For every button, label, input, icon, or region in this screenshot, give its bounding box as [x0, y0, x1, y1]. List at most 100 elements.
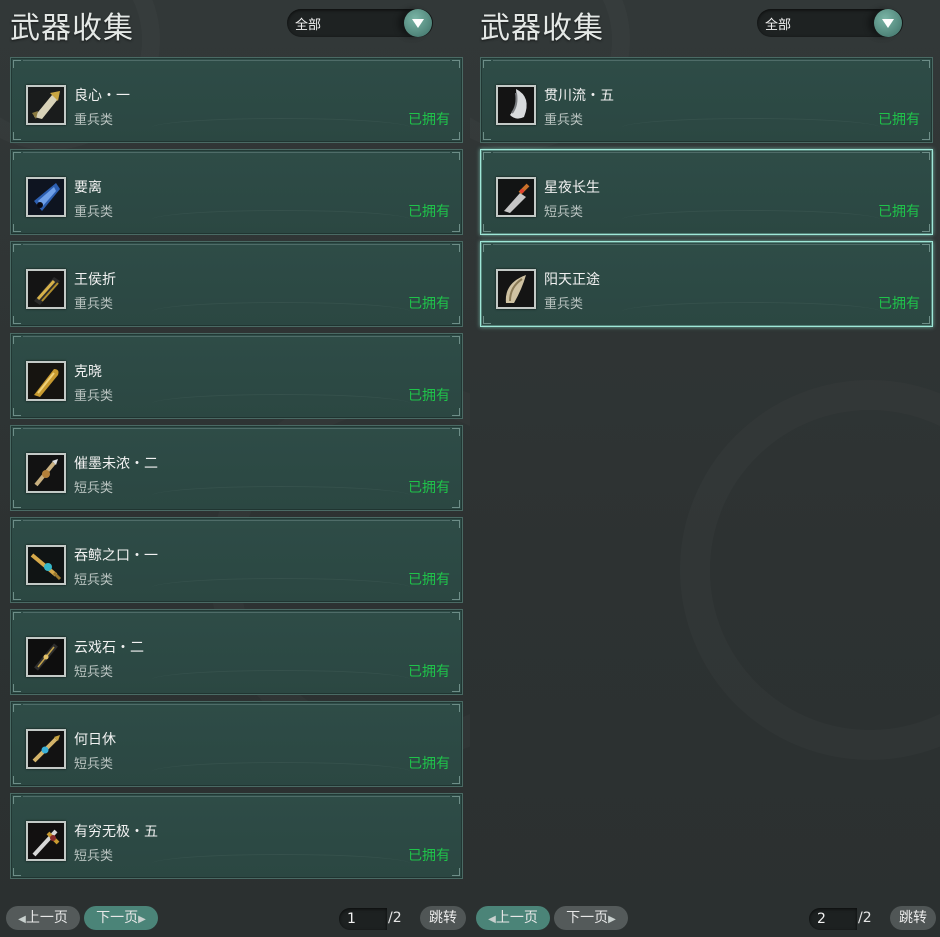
card-ornament	[621, 302, 881, 322]
filter-dropdown[interactable]: 全部	[287, 9, 433, 37]
chevron-right-icon: ▶	[608, 914, 616, 925]
owned-status: 已拥有	[408, 480, 450, 496]
teal-dagger-icon	[26, 545, 66, 585]
owned-status: 已拥有	[408, 572, 450, 588]
short-knife-icon	[496, 177, 536, 217]
card-divider	[23, 704, 450, 705]
next-page-button[interactable]: 下一页▶	[554, 906, 628, 930]
weapon-name: 吞鲸之口・一	[74, 548, 158, 564]
weapon-card[interactable]: 克晓重兵类 已拥有	[10, 333, 463, 419]
weapon-card[interactable]: 要离重兵类 已拥有	[10, 149, 463, 235]
panel-title: 武器收集	[10, 11, 134, 46]
page-number-value: 2	[817, 911, 826, 927]
card-corner	[452, 336, 460, 344]
card-corner	[13, 776, 21, 784]
page-number-input[interactable]: 2	[809, 908, 857, 930]
card-ornament	[151, 302, 411, 322]
card-divider	[23, 612, 450, 613]
owned-status: 已拥有	[408, 388, 450, 404]
weapon-card[interactable]: 良心・一 重兵类 已拥有	[10, 57, 463, 143]
weapon-type: 短兵类	[74, 757, 114, 772]
weapon-type: 短兵类	[544, 205, 584, 220]
card-corner	[483, 60, 491, 68]
card-corner	[452, 244, 460, 252]
chevron-left-icon: ◀	[488, 914, 496, 925]
filter-dropdown-value: 全部	[765, 18, 792, 33]
weapon-card[interactable]: 阳天正途 重兵类 已拥有	[480, 241, 933, 327]
card-corner	[483, 316, 491, 324]
owned-status: 已拥有	[408, 848, 450, 864]
card-ornament	[151, 486, 411, 506]
card-ornament	[151, 670, 411, 690]
weapon-name: 阳天正途	[544, 272, 600, 288]
prev-page-label: 上一页	[495, 910, 538, 926]
weapon-name: 催墨未浓・二	[74, 456, 158, 472]
weapon-card[interactable]: 何日休 短兵类 已拥有	[10, 701, 463, 787]
filter-dropdown[interactable]: 全部	[757, 9, 903, 37]
dark-dagger-icon	[26, 637, 66, 677]
card-ornament	[151, 210, 411, 230]
card-corner	[922, 60, 930, 68]
chevron-down-icon[interactable]	[404, 9, 432, 37]
weapon-card[interactable]: 贯川流・五 重兵类 已拥有	[480, 57, 933, 143]
weapon-type: 重兵类	[74, 297, 114, 312]
weapon-card[interactable]: 云戏石・二 短兵类 已拥有	[10, 609, 463, 695]
weapon-card[interactable]: 吞鲸之口・一 短兵类 已拥有	[10, 517, 463, 603]
card-corner	[452, 612, 460, 620]
card-corner	[452, 704, 460, 712]
page-number-input[interactable]: 1	[339, 908, 387, 930]
jeweled-dagger-icon	[26, 729, 66, 769]
card-ornament	[151, 854, 411, 874]
jump-button[interactable]: 跳转	[890, 906, 936, 930]
card-corner	[13, 60, 21, 68]
card-corner	[13, 152, 21, 160]
card-ornament	[151, 394, 411, 414]
card-corner	[13, 868, 21, 876]
weapon-card[interactable]: 王侯折 重兵类 已拥有	[10, 241, 463, 327]
weapon-card[interactable]: 有穷无极・五 短兵类 已拥有	[10, 793, 463, 879]
weapon-type: 重兵类	[74, 205, 114, 220]
chevron-down-icon[interactable]	[874, 9, 902, 37]
weapon-type: 重兵类	[544, 297, 584, 312]
card-corner	[13, 796, 21, 804]
card-corner	[452, 132, 460, 140]
card-divider	[23, 428, 450, 429]
card-corner	[452, 428, 460, 436]
next-page-label: 下一页	[96, 910, 139, 926]
weapon-type: 短兵类	[74, 573, 114, 588]
card-corner	[483, 244, 491, 252]
card-corner	[922, 244, 930, 252]
weapon-type: 短兵类	[74, 849, 114, 864]
card-divider	[23, 336, 450, 337]
owned-status: 已拥有	[878, 112, 920, 128]
prev-page-button[interactable]: ◀上一页	[6, 906, 80, 930]
owned-status: 已拥有	[408, 204, 450, 220]
card-ornament	[151, 118, 411, 138]
weapon-name: 克晓	[74, 364, 102, 380]
weapon-name: 王侯折	[74, 272, 116, 288]
card-corner	[452, 224, 460, 232]
weapon-name: 云戏石・二	[74, 640, 144, 656]
card-corner	[13, 408, 21, 416]
card-divider	[493, 244, 920, 245]
chevron-left-icon: ◀	[18, 914, 26, 925]
next-page-button[interactable]: 下一页▶	[84, 906, 158, 930]
card-corner	[452, 316, 460, 324]
card-corner	[13, 428, 21, 436]
card-corner	[452, 868, 460, 876]
curved-blade-icon	[496, 269, 536, 309]
card-corner	[13, 224, 21, 232]
weapon-card[interactable]: 星夜长生 短兵类 已拥有	[480, 149, 933, 235]
weapon-name: 何日休	[74, 732, 116, 748]
jump-button[interactable]: 跳转	[420, 906, 466, 930]
card-corner	[13, 684, 21, 692]
card-divider	[23, 520, 450, 521]
card-divider	[23, 244, 450, 245]
card-corner	[13, 316, 21, 324]
weapon-type: 重兵类	[74, 389, 114, 404]
card-divider	[23, 796, 450, 797]
weapon-name: 要离	[74, 180, 102, 196]
card-divider	[23, 60, 450, 61]
weapon-card[interactable]: 催墨未浓・二 短兵类 已拥有	[10, 425, 463, 511]
prev-page-button[interactable]: ◀上一页	[476, 906, 550, 930]
